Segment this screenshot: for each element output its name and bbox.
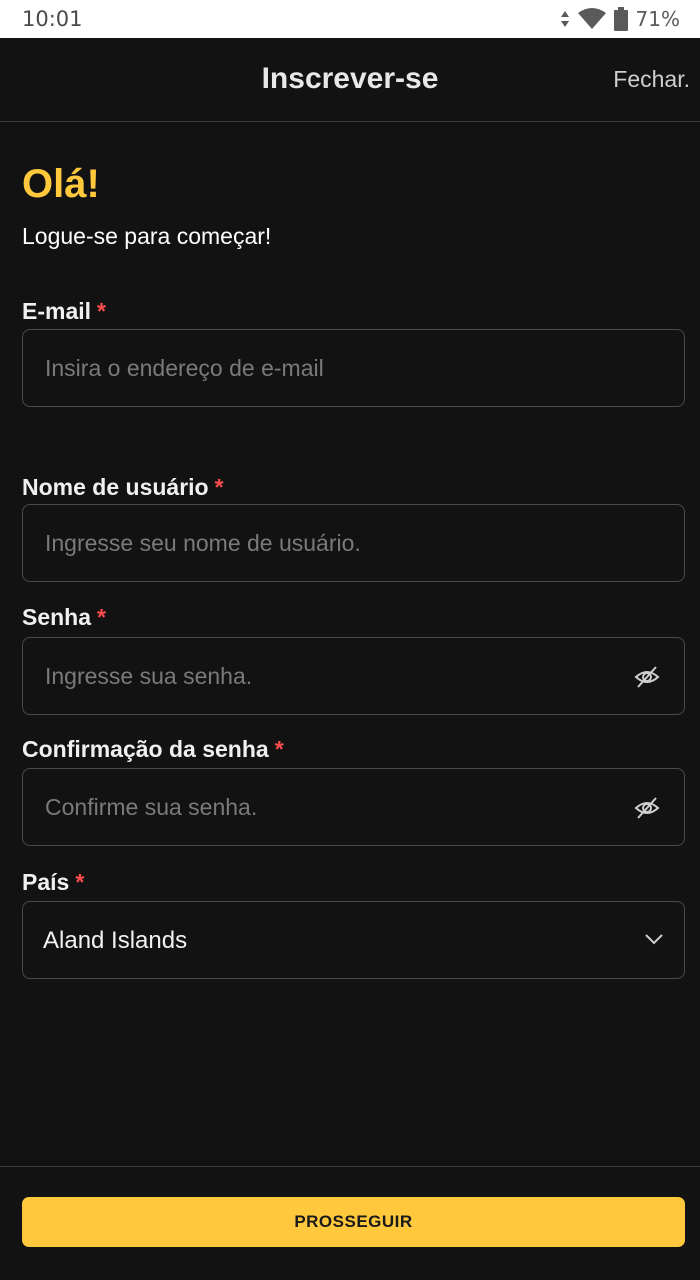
password-confirm-label-text: Confirmação da senha: [22, 736, 269, 762]
password-label: Senha *: [22, 604, 106, 631]
required-marker: *: [274, 736, 284, 762]
eye-off-icon[interactable]: [634, 664, 660, 690]
required-marker: *: [214, 474, 224, 500]
battery-percent: 71%: [635, 7, 680, 31]
app-header: Inscrever-se Fechar.: [0, 38, 700, 122]
continue-button[interactable]: PROSSEGUIR: [22, 1197, 685, 1247]
required-marker: *: [75, 869, 85, 895]
username-label-text: Nome de usuário: [22, 474, 209, 500]
data-arrows-icon: [560, 11, 569, 27]
battery-icon: [613, 7, 628, 31]
required-marker: *: [97, 604, 106, 630]
username-input[interactable]: [45, 505, 625, 581]
country-selected-value: Aland Islands: [43, 927, 188, 954]
country-label: País *: [22, 869, 84, 896]
status-icons: 71%: [560, 6, 680, 32]
email-label: E-mail *: [22, 298, 106, 325]
password-confirm-label: Confirmação da senha *: [22, 736, 284, 763]
greeting-title: Olá!: [22, 162, 100, 206]
country-select[interactable]: Aland Islands: [22, 901, 685, 979]
chevron-down-icon: [645, 934, 663, 945]
password-input[interactable]: [45, 638, 625, 714]
email-input[interactable]: [45, 330, 625, 406]
email-label-text: E-mail: [22, 298, 92, 324]
close-button[interactable]: Fechar.: [613, 66, 690, 93]
wifi-icon: [577, 8, 606, 29]
footer-divider: [0, 1166, 700, 1167]
username-label: Nome de usuário *: [22, 474, 224, 501]
password-confirm-field-box: [22, 768, 685, 846]
username-field-box: [22, 504, 685, 582]
password-confirm-input[interactable]: [45, 769, 625, 845]
password-field-box: [22, 637, 685, 715]
greeting-subtitle: Logue-se para começar!: [22, 223, 272, 249]
status-time: 10:01: [22, 7, 83, 31]
status-bar: 10:01 71%: [0, 0, 700, 38]
eye-off-icon[interactable]: [634, 795, 660, 821]
country-label-text: País: [22, 869, 70, 895]
required-marker: *: [97, 298, 106, 324]
email-field-box: [22, 329, 685, 407]
page-title: Inscrever-se: [261, 62, 439, 95]
password-label-text: Senha: [22, 604, 92, 630]
